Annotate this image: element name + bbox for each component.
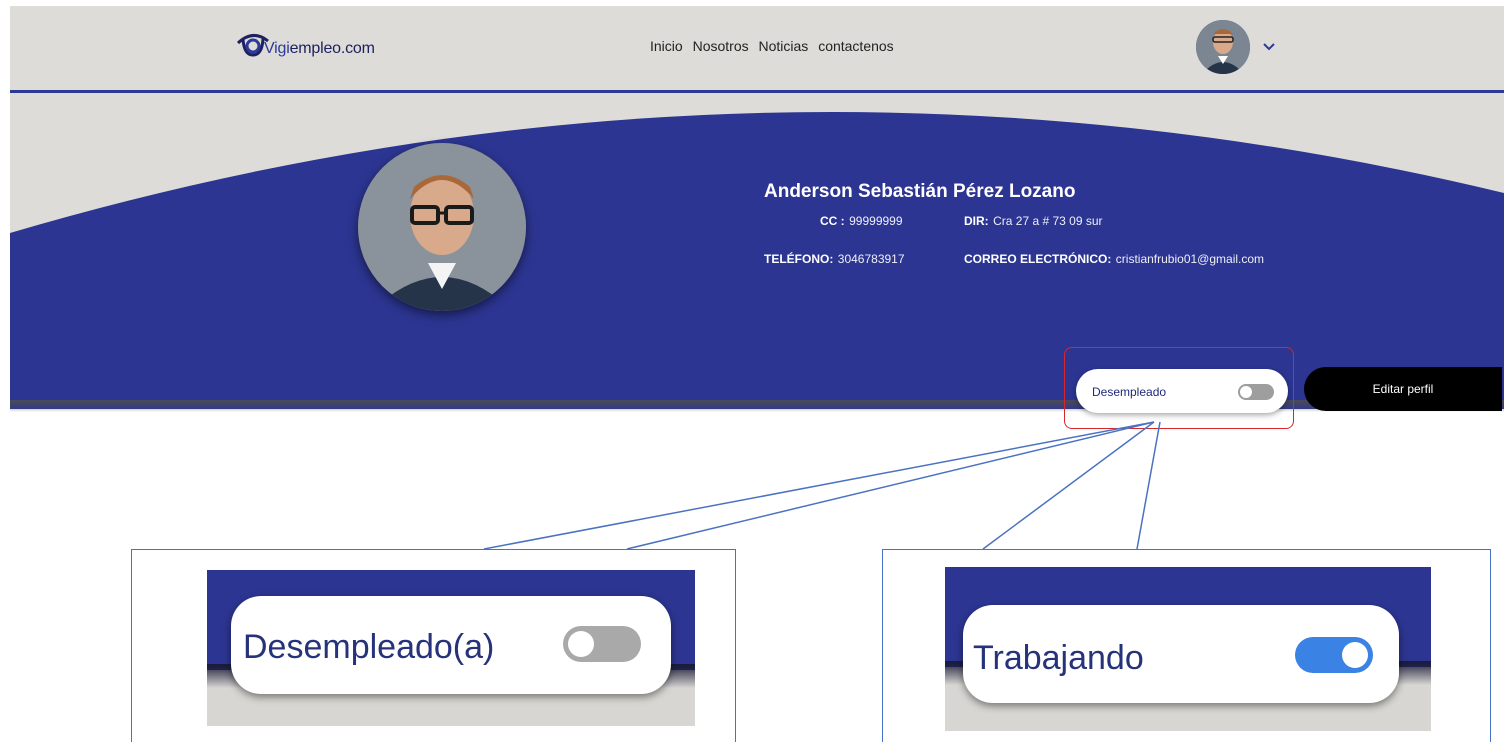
- zoom-working-toggle[interactable]: [1295, 637, 1373, 673]
- cc-label: CC :: [820, 214, 845, 228]
- user-avatar[interactable]: [1196, 20, 1250, 74]
- logo-rest: empleo.com: [289, 40, 375, 57]
- logo-accent: Vigi: [264, 40, 290, 57]
- edit-profile-button[interactable]: Editar perfil: [1304, 367, 1502, 411]
- cc-value: 99999999: [849, 214, 903, 228]
- nav-link-inicio[interactable]: Inicio: [650, 38, 683, 54]
- profile-photo-image: [358, 143, 526, 311]
- zoom-unemployed: Desempleado(a): [207, 570, 695, 726]
- email-value: cristianfrubio01@gmail.com: [1115, 252, 1265, 266]
- user-avatar-image: [1196, 20, 1250, 74]
- nav-link-nosotros[interactable]: Nosotros: [693, 38, 749, 54]
- email-label: CORREO ELECTRÓNICO:: [964, 252, 1112, 266]
- logo-text[interactable]: Vigiempleo.com: [264, 40, 375, 58]
- toggle-knob: [568, 631, 594, 657]
- toggle-knob: [1342, 642, 1368, 668]
- nav-link-contactenos[interactable]: contactenos: [818, 38, 894, 54]
- chevron-down-icon[interactable]: [1262, 40, 1276, 54]
- profile-phone: TELÉFONO: 3046783917: [764, 250, 905, 268]
- profile-dir: DIR: Cra 27 a # 73 09 sur: [964, 212, 1103, 230]
- profile-name: Anderson Sebastián Pérez Lozano: [764, 181, 1076, 202]
- phone-value: 3046783917: [837, 252, 905, 266]
- zoom-working: Trabajando: [945, 567, 1431, 731]
- main-nav: Inicio Nosotros Noticias contactenos: [650, 38, 900, 54]
- zoom-working-label: Trabajando: [973, 639, 1144, 677]
- profile-email: CORREO ELECTRÓNICO: cristianfrubio01@gma…: [964, 250, 1264, 268]
- profile-cc: CC : 99999999: [820, 212, 903, 230]
- nav-link-noticias[interactable]: Noticias: [759, 38, 809, 54]
- dir-label: DIR:: [964, 214, 989, 228]
- profile-photo: [358, 143, 526, 311]
- phone-label: TELÉFONO:: [764, 252, 834, 266]
- dir-value: Cra 27 a # 73 09 sur: [993, 214, 1103, 228]
- zoom-unemployed-label: Desempleado(a): [243, 628, 495, 666]
- zoom-unemployed-toggle[interactable]: [563, 626, 641, 662]
- highlight-box: [1064, 347, 1294, 429]
